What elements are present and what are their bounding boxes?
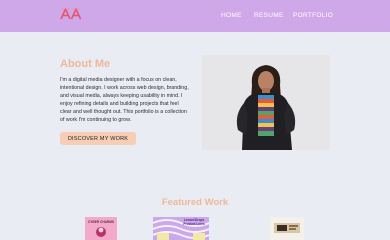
- about-body: I'm a digital media designer with a focu…: [60, 77, 189, 124]
- cyber-charms-illustration: [96, 227, 106, 237]
- site-header: HOME RESUME PORTFOLIO: [0, 0, 390, 32]
- nav-home[interactable]: HOME: [221, 12, 242, 19]
- portrait-photo: [202, 55, 330, 150]
- discover-work-button[interactable]: DISCOVER MY WORK: [60, 132, 136, 145]
- project-preview-image: [274, 223, 300, 233]
- featured-work-title: Featured Work: [161, 197, 229, 208]
- featured-item-cyber-charms[interactable]: CYBER CHARMS: [85, 217, 117, 240]
- featured-item-lemon-drops[interactable]: Lemon/Drops Product Lines: [153, 217, 209, 240]
- portrait-illustration: [202, 55, 330, 150]
- nav-portfolio[interactable]: PORTFOLIO: [293, 12, 333, 19]
- double-a-logo[interactable]: [60, 8, 82, 20]
- nav-resume[interactable]: RESUME: [254, 12, 284, 19]
- about-title: About Me: [60, 58, 111, 70]
- featured-item-title: Lemon/Drops Product Lines: [183, 218, 205, 226]
- featured-item-3[interactable]: [270, 217, 304, 240]
